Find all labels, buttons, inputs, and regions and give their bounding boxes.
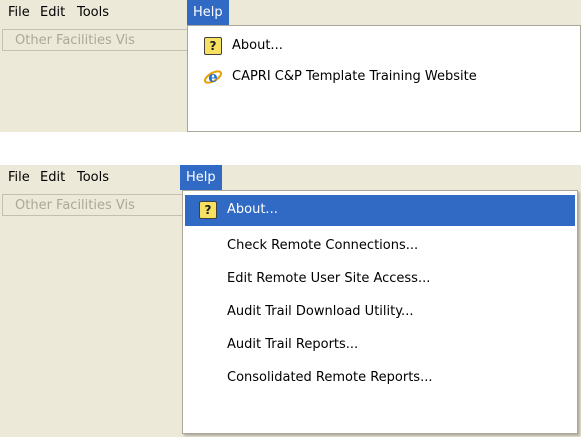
menu-item-check-remote-connections[interactable]: Check Remote Connections... [185, 231, 575, 261]
menu-item-audit-trail-reports[interactable]: Audit Trail Reports... [185, 330, 575, 360]
about-icon: ? [199, 201, 217, 219]
menu-item-label: Audit Trail Download Utility... [227, 304, 414, 319]
menu-edit[interactable]: Edit [34, 0, 71, 25]
help-dropdown-menu: ? About... e CAPRI C&P Template Training… [187, 25, 581, 132]
menu-item-label: CAPRI C&P Template Training Website [232, 69, 477, 84]
menu-item-edit-remote-user-site-access[interactable]: Edit Remote User Site Access... [185, 264, 575, 294]
menu-edit[interactable]: Edit [34, 165, 71, 190]
about-icon: ? [204, 37, 222, 55]
menu-tools[interactable]: Tools [71, 165, 115, 190]
menu-item-label: Check Remote Connections... [227, 238, 419, 253]
menu-file[interactable]: File [2, 0, 36, 25]
menu-item-about[interactable]: ? About... [190, 31, 578, 61]
svg-text:e: e [208, 68, 218, 86]
menu-help[interactable]: Help [180, 165, 222, 190]
menu-item-label: About... [227, 202, 278, 217]
menu-file[interactable]: File [2, 165, 36, 190]
menu-bar: File Edit Tools Help [0, 0, 581, 25]
help-dropdown-menu: ? About... Check Remote Connections... E… [182, 190, 578, 434]
menu-help[interactable]: Help [187, 0, 229, 25]
menu-bar: File Edit Tools Help [0, 165, 581, 190]
menu-item-label: Consolidated Remote Reports... [227, 370, 433, 385]
menu-item-training-website[interactable]: e CAPRI C&P Template Training Website [190, 62, 578, 92]
internet-explorer-icon: e [203, 68, 223, 86]
menu-item-consolidated-remote-reports[interactable]: Consolidated Remote Reports... [185, 363, 575, 393]
menu-item-about[interactable]: ? About... [185, 195, 575, 226]
other-facilities-button[interactable]: Other Facilities Vis [2, 29, 192, 51]
menu-item-audit-trail-download-utility[interactable]: Audit Trail Download Utility... [185, 297, 575, 327]
menu-tools[interactable]: Tools [71, 0, 115, 25]
other-facilities-button[interactable]: Other Facilities Vis [2, 194, 190, 216]
screenshot-panel-top: File Edit Tools Help Other Facilities Vi… [0, 0, 581, 132]
menu-item-label: Audit Trail Reports... [227, 337, 359, 352]
menu-item-label: About... [232, 38, 283, 53]
screenshot-panel-bottom: File Edit Tools Help Other Facilities Vi… [0, 165, 581, 437]
menu-item-label: Edit Remote User Site Access... [227, 271, 431, 286]
